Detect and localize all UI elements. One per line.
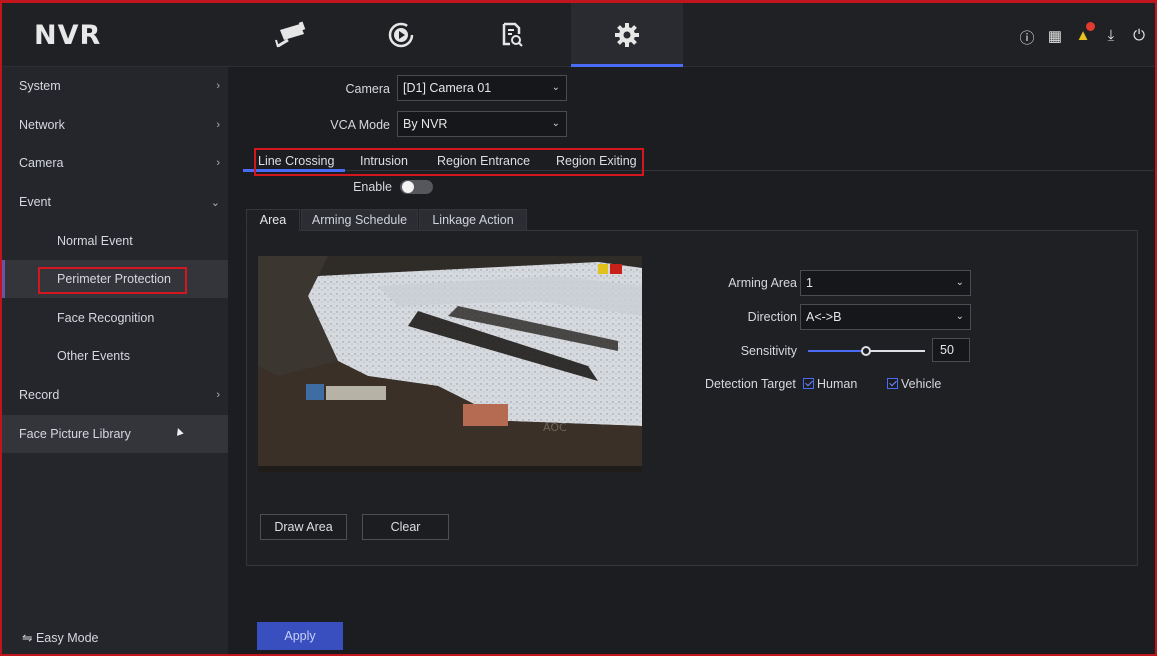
sidebar-item-label: Record <box>19 388 60 402</box>
detection-target-label: Detection Target <box>705 377 796 391</box>
camera-icon <box>275 21 306 48</box>
sidebar-item-other-events[interactable]: Other Events <box>2 337 228 375</box>
notification-dot <box>1086 22 1095 31</box>
sidebar-item-label: Camera <box>19 156 64 170</box>
nav-configuration[interactable] <box>571 3 683 67</box>
camera-select-value: [D1] Camera 01 <box>403 81 492 95</box>
chevron-right-icon: › <box>216 389 220 401</box>
camera-label: Camera <box>345 82 390 96</box>
camera-preview[interactable]: AOC <box>258 256 642 472</box>
chevron-down-icon: ⌄ <box>955 311 964 322</box>
vca-mode-select[interactable]: By NVR ⌄ <box>397 111 567 137</box>
top-navigation-bar: NVR ⓘ ▦ ▲ ⤓ ⏻ <box>2 3 1155 67</box>
checkbox-checked-icon <box>803 378 814 389</box>
power-icon[interactable]: ⏻ <box>1131 27 1147 48</box>
sidebar-item-label: Network <box>19 118 65 132</box>
export-icon[interactable]: ⤓ <box>1103 27 1119 48</box>
easy-mode-toggle[interactable]: ⇋ Easy Mode <box>22 630 98 645</box>
info-icon[interactable]: ⓘ <box>1019 27 1035 48</box>
sidebar-item-label: System <box>19 79 61 93</box>
top-right-toolbar: ⓘ ▦ ▲ ⤓ ⏻ <box>1019 22 1147 48</box>
chevron-right-icon: › <box>216 80 220 92</box>
highlight-box <box>38 267 187 294</box>
arming-area-select[interactable]: 1 ⌄ <box>800 270 971 296</box>
chevron-down-icon: ⌄ <box>551 118 560 129</box>
sidebar-item-camera[interactable]: Camera › <box>2 144 228 182</box>
sidebar-item-label: Other Events <box>57 349 130 363</box>
chevron-down-icon: ⌄ <box>210 196 220 209</box>
nav-search[interactable] <box>456 3 568 67</box>
file-search-icon <box>502 22 523 47</box>
subtab-linkage-action[interactable]: Linkage Action <box>419 209 527 231</box>
camera-preview-image: AOC <box>258 256 642 472</box>
highlight-box <box>254 148 644 176</box>
human-checkbox[interactable]: Human <box>803 377 857 391</box>
sidebar-item-label: Normal Event <box>57 234 133 248</box>
sidebar-item-system[interactable]: System › <box>2 67 228 105</box>
direction-label: Direction <box>747 310 797 324</box>
enable-toggle[interactable] <box>400 180 433 194</box>
nav-live-view[interactable] <box>234 3 346 67</box>
nav-playback[interactable] <box>345 3 457 67</box>
vca-mode-select-value: By NVR <box>403 117 448 131</box>
enable-label: Enable <box>353 180 392 194</box>
playback-icon <box>388 22 414 48</box>
chevron-right-icon: › <box>216 119 220 131</box>
direction-select[interactable]: A<->B ⌄ <box>800 304 971 330</box>
sidebar-item-face-recognition[interactable]: Face Recognition <box>2 299 228 337</box>
sidebar-item-label: Event <box>19 195 51 209</box>
sidebar-item-label: Face Recognition <box>57 311 155 325</box>
chevron-right-icon: › <box>216 157 220 169</box>
vca-mode-label: VCA Mode <box>330 118 390 132</box>
checkbox-checked-icon <box>887 378 898 389</box>
human-label: Human <box>817 377 858 391</box>
subtab-arming-schedule[interactable]: Arming Schedule <box>301 209 418 231</box>
vehicle-label: Vehicle <box>901 377 942 391</box>
sensitivity-input[interactable]: 50 <box>932 338 970 362</box>
gear-icon <box>615 23 639 47</box>
subtab-area[interactable]: Area <box>246 209 300 231</box>
camera-select[interactable]: [D1] Camera 01 ⌄ <box>397 75 567 101</box>
sidebar-item-network[interactable]: Network › <box>2 106 228 144</box>
chevron-down-icon: ⌄ <box>551 82 560 93</box>
bell-icon[interactable]: ▲ <box>1075 22 1095 48</box>
sidebar: System › Network › Camera › Event ⌄ Norm… <box>2 67 228 654</box>
sidebar-item-label: Face Picture Library <box>19 427 131 441</box>
sensitivity-slider-fill <box>808 350 867 352</box>
sidebar-item-record[interactable]: Record › <box>2 376 228 414</box>
chevron-down-icon: ⌄ <box>955 277 964 288</box>
sensitivity-label: Sensitivity <box>740 344 797 358</box>
sidebar-item-normal-event[interactable]: Normal Event <box>2 222 228 260</box>
svg-text:AOC: AOC <box>543 421 567 434</box>
direction-value: A<->B <box>806 310 842 324</box>
qr-code-icon[interactable]: ▦ <box>1047 27 1063 48</box>
arming-area-value: 1 <box>806 276 813 290</box>
app-logo: NVR <box>34 20 102 51</box>
arming-area-label: Arming Area <box>728 276 797 290</box>
apply-button[interactable]: Apply <box>257 622 343 650</box>
draw-area-button[interactable]: Draw Area <box>260 514 347 540</box>
clear-button[interactable]: Clear <box>362 514 449 540</box>
sensitivity-slider-handle[interactable] <box>861 346 871 356</box>
sidebar-item-event[interactable]: Event ⌄ <box>2 183 228 221</box>
vehicle-checkbox[interactable]: Vehicle <box>887 377 941 391</box>
sidebar-item-face-picture-library[interactable]: Face Picture Library <box>2 415 228 453</box>
